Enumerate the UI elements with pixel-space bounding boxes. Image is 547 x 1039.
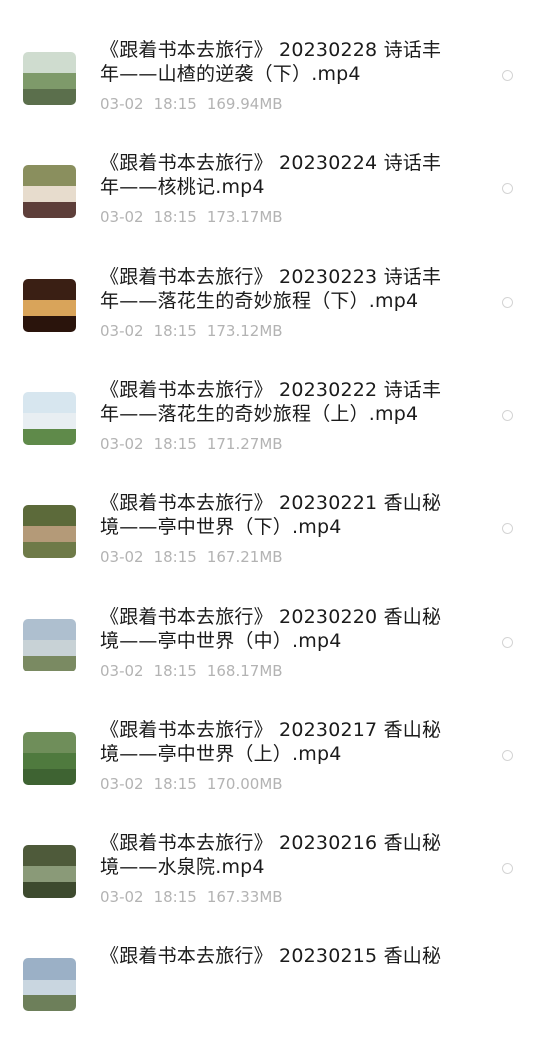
file-time: 18:15 xyxy=(153,888,197,907)
file-size: 167.21MB xyxy=(206,548,283,567)
video-thumbnail xyxy=(23,505,76,559)
file-name: 《跟着书本去旅行》 20230215 香山秘 xyxy=(100,945,442,968)
file-time: 18:15 xyxy=(153,208,197,227)
file-meta: 03-02 18:15 167.21MB xyxy=(100,547,293,567)
file-size: 173.17MB xyxy=(206,208,283,227)
video-thumbnail xyxy=(23,391,76,445)
select-radio[interactable] xyxy=(502,296,513,308)
file-size: 168.17MB xyxy=(206,661,283,680)
file-list-item[interactable]: 《跟着书本去旅行》 20230216 香山秘境——水泉院.mp4 03-02 18:… xyxy=(0,813,547,926)
file-meta: 03-02 18:15 171.27MB xyxy=(100,434,293,454)
file-meta: 03-02 18:15 169.94MB xyxy=(100,94,293,114)
file-meta: 03-02 18:15 168.17MB xyxy=(100,661,293,681)
file-date: 03-02 xyxy=(100,774,144,793)
file-size: 173.12MB xyxy=(206,321,283,340)
select-radio[interactable] xyxy=(502,863,513,875)
file-list-item[interactable]: 《跟着书本去旅行》 20230221 香山秘境——亭中世界（下）.mp4 03-0… xyxy=(0,473,547,586)
file-meta: 03-02 18:15 167.33MB xyxy=(100,887,293,907)
file-date: 03-02 xyxy=(100,888,144,907)
file-name: 《跟着书本去旅行》 20230222 诗话丰年——落花生的奇妙旅程（上）.mp4 xyxy=(100,378,442,425)
file-name: 《跟着书本去旅行》 20230228 诗话丰年——山楂的逆袭（下）.mp4 xyxy=(100,39,442,85)
file-time: 18:15 xyxy=(153,321,197,340)
select-radio[interactable] xyxy=(502,749,513,761)
file-date: 03-02 xyxy=(100,661,144,680)
file-date: 03-02 xyxy=(100,548,144,567)
file-date: 03-02 xyxy=(100,434,144,453)
file-date: 03-02 xyxy=(100,95,144,113)
file-size: 167.33MB xyxy=(206,888,283,907)
select-radio[interactable] xyxy=(502,70,513,81)
video-thumbnail xyxy=(23,845,76,899)
file-meta: 03-02 18:15 170.00MB xyxy=(100,774,293,794)
file-size: 169.94MB xyxy=(206,95,283,113)
file-list-item[interactable]: 《跟着书本去旅行》 20230222 诗话丰年——落花生的奇妙旅程（上）.mp4… xyxy=(0,360,547,473)
file-time: 18:15 xyxy=(153,661,197,680)
file-name: 《跟着书本去旅行》 20230224 诗话丰年——核桃记.mp4 xyxy=(100,152,442,199)
video-thumbnail xyxy=(23,958,76,1012)
file-list-item[interactable]: 《跟着书本去旅行》 20230224 诗话丰年——核桃记.mp4 03-02 18:… xyxy=(0,133,547,246)
video-thumbnail xyxy=(23,52,76,105)
file-name: 《跟着书本去旅行》 20230220 香山秘境——亭中世界（中）.mp4 xyxy=(100,605,442,652)
file-list-item[interactable]: 《跟着书本去旅行》 20230220 香山秘境——亭中世界（中）.mp4 03-0… xyxy=(0,587,547,700)
file-list-item[interactable]: 《跟着书本去旅行》 20230217 香山秘境——亭中世界（上）.mp4 03-0… xyxy=(0,700,547,813)
file-name: 《跟着书本去旅行》 20230217 香山秘境——亭中世界（上）.mp4 xyxy=(100,718,442,765)
file-name: 《跟着书本去旅行》 20230216 香山秘境——水泉院.mp4 xyxy=(100,832,442,879)
file-time: 18:15 xyxy=(153,95,197,113)
file-date: 03-02 xyxy=(100,321,144,340)
select-radio[interactable] xyxy=(502,409,513,421)
video-thumbnail xyxy=(23,165,76,219)
file-name: 《跟着书本去旅行》 20230223 诗话丰年——落花生的奇妙旅程（下）.mp4 xyxy=(100,265,442,312)
select-radio[interactable] xyxy=(502,183,513,195)
file-date: 03-02 xyxy=(100,208,144,227)
video-thumbnail xyxy=(23,731,76,785)
file-size: 171.27MB xyxy=(206,434,283,453)
file-meta: 03-02 18:15 173.12MB xyxy=(100,321,293,341)
file-list-item[interactable]: 《跟着书本去旅行》 20230223 诗话丰年——落花生的奇妙旅程（下）.mp4… xyxy=(0,247,547,360)
file-size: 170.00MB xyxy=(206,774,283,793)
select-radio[interactable] xyxy=(502,523,513,535)
video-thumbnail xyxy=(23,618,76,672)
file-list-item[interactable]: 《跟着书本去旅行》 20230228 诗话丰年——山楂的逆袭（下）.mp4 03-… xyxy=(0,20,547,133)
file-time: 18:15 xyxy=(153,548,197,567)
video-thumbnail xyxy=(23,278,76,332)
select-radio[interactable] xyxy=(502,636,513,648)
file-time: 18:15 xyxy=(153,434,197,453)
file-list-item[interactable]: 《跟着书本去旅行》 20230215 香山秘 xyxy=(0,926,547,1039)
file-time: 18:15 xyxy=(153,774,197,793)
file-meta: 03-02 18:15 173.17MB xyxy=(100,207,293,227)
file-name: 《跟着书本去旅行》 20230221 香山秘境——亭中世界（下）.mp4 xyxy=(100,492,442,539)
